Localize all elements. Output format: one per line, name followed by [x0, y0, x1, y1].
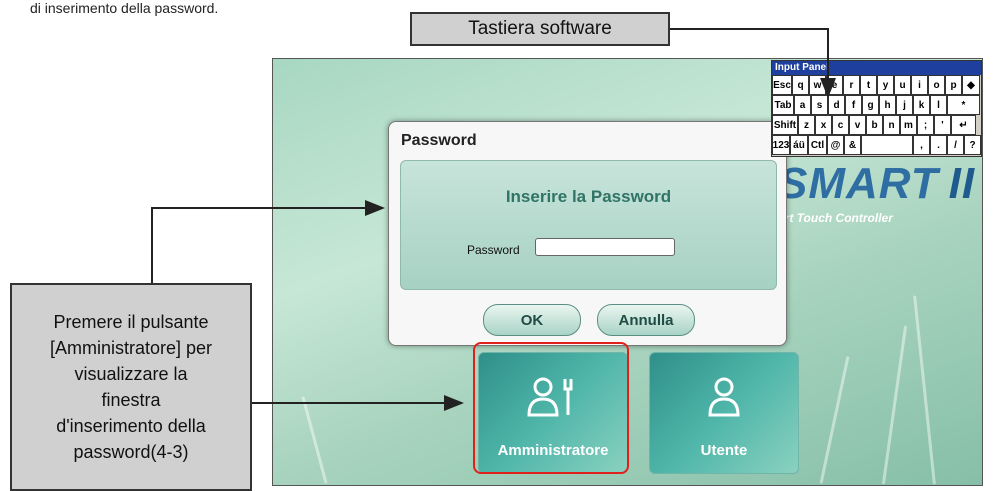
keyboard-arrow [670, 28, 836, 98]
callout-arrows [151, 28, 836, 411]
dialog-arrow [151, 200, 385, 283]
